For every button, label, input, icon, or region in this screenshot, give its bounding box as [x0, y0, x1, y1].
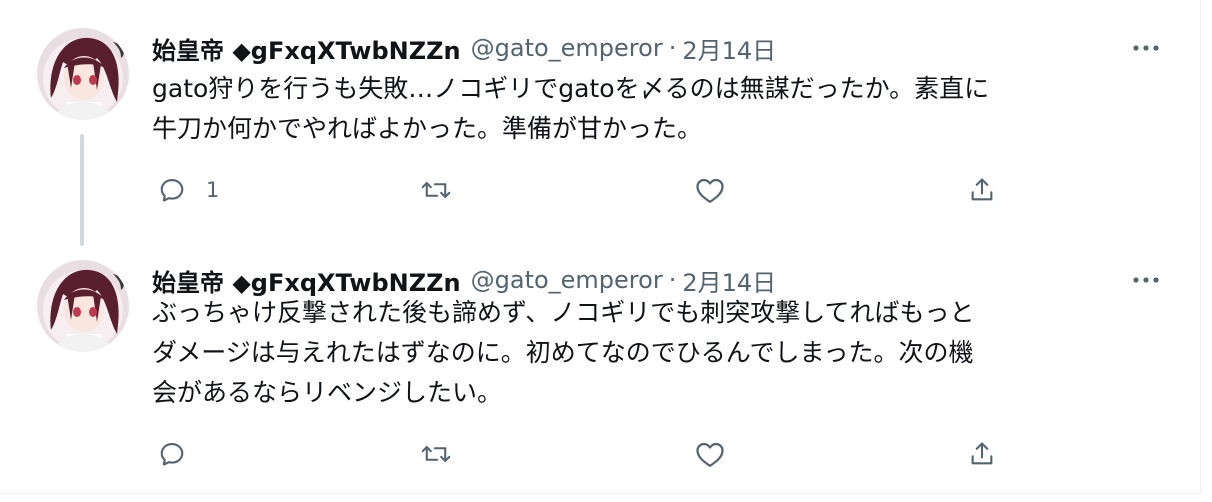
tweet-text: ぶっちゃけ反撃された後も諦めず、ノコギリでも刺突攻撃してればもっと ダメージは与…	[152, 298, 975, 407]
retweet-button[interactable]	[416, 434, 456, 474]
reply-bubble-icon	[160, 179, 184, 202]
separator-dot: ·	[668, 34, 677, 62]
user-handle[interactable]: @gato_emperor	[471, 266, 663, 294]
avatar-image	[37, 28, 129, 120]
separator-dot: ·	[668, 266, 677, 294]
display-name[interactable]: 始皇帝 ◆gFxqXTwbNZZn	[152, 31, 461, 66]
share-button[interactable]	[962, 434, 1002, 474]
user-handle[interactable]: @gato_emperor	[471, 34, 663, 62]
tweet-date[interactable]: 2月14日	[682, 31, 776, 66]
retweet-arrows-icon	[421, 446, 451, 462]
retweet-button[interactable]	[416, 170, 456, 210]
like-button[interactable]	[690, 434, 730, 474]
reply-button[interactable]	[152, 434, 206, 474]
tweet[interactable]: 始皇帝 ◆gFxqXTwbNZZn @gato_emperor · 2月14日 …	[0, 248, 1200, 494]
avatar[interactable]	[37, 28, 129, 120]
tweet-header: 始皇帝 ◆gFxqXTwbNZZn @gato_emperor · 2月14日	[152, 28, 776, 68]
more-horizontal-icon	[1133, 45, 1159, 51]
reply-count: 1	[206, 178, 220, 202]
more-options-button[interactable]	[1126, 28, 1166, 68]
retweet-arrows-icon	[421, 182, 451, 198]
more-horizontal-icon	[1133, 277, 1159, 283]
heart-outline-icon	[696, 178, 724, 203]
tweet-actions	[150, 434, 1020, 474]
heart-outline-icon	[696, 442, 724, 467]
share-upload-icon	[971, 178, 993, 201]
tweet-actions: 1	[150, 170, 1020, 210]
avatar[interactable]	[37, 260, 129, 352]
reply-bubble-icon	[160, 443, 184, 466]
tweet[interactable]: 始皇帝 ◆gFxqXTwbNZZn @gato_emperor · 2月14日 …	[0, 0, 1200, 248]
reply-button[interactable]: 1	[152, 170, 219, 210]
tweet-text: gato狩りを行うも失敗…ノコギリでgatoを〆るのは無謀だったか。素直に 牛刀…	[152, 74, 990, 143]
avatar-image	[37, 260, 129, 352]
share-upload-icon	[971, 442, 993, 465]
like-button[interactable]	[690, 170, 730, 210]
share-button[interactable]	[962, 170, 1002, 210]
